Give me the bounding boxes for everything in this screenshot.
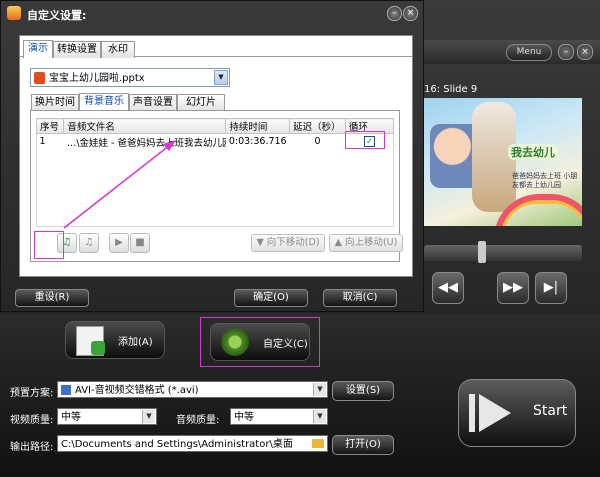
annotation-arrow	[63, 140, 176, 229]
